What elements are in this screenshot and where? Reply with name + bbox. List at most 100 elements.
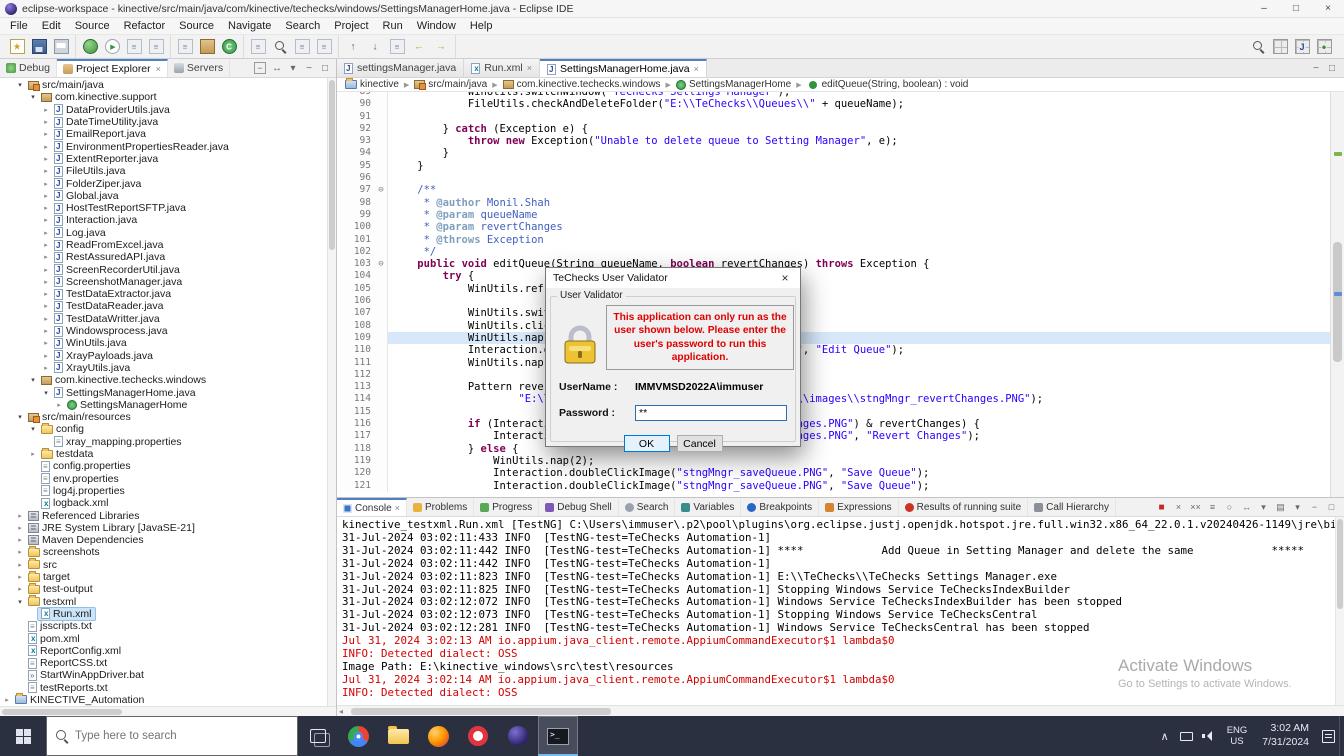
code-line[interactable]: 91: [337, 110, 1330, 123]
tree-item[interactable]: ▸ ScreenRecorderUtil.java: [0, 263, 336, 276]
tree-item[interactable]: ▸ src: [0, 558, 336, 571]
tree-item[interactable]: StartWinAppDriver.bat: [0, 669, 336, 681]
coverage-button[interactable]: [146, 37, 166, 57]
collapse-all-icon[interactable]: −: [254, 62, 266, 74]
expand-arrow-icon[interactable]: ▾: [41, 389, 51, 397]
terminate-icon[interactable]: ■: [1154, 500, 1169, 515]
pin-console-icon[interactable]: ▾: [1256, 500, 1271, 515]
tray-volume-icon[interactable]: [1198, 716, 1220, 756]
minimize-editor-icon[interactable]: −: [1308, 60, 1324, 76]
tree-item[interactable]: ▾ src/main/java: [0, 79, 336, 91]
code-editor[interactable]: 89 WinUtils.switchWindow("TeChecks Setti…: [337, 92, 1344, 497]
expand-arrow-icon[interactable]: ▸: [41, 192, 51, 200]
maximize-editor-icon[interactable]: □: [1324, 60, 1340, 76]
back-button[interactable]: [409, 37, 429, 57]
close-button[interactable]: ×: [1312, 0, 1344, 18]
expand-arrow-icon[interactable]: ▾: [15, 413, 25, 421]
tree-item[interactable]: ▸ HostTestReportSFTP.java: [0, 202, 336, 214]
tree-item[interactable]: ▸ EmailReport.java: [0, 128, 336, 140]
open-perspective-button[interactable]: [1270, 37, 1290, 57]
taskbar-search[interactable]: [46, 716, 298, 756]
run-external-tools-button[interactable]: [124, 37, 144, 57]
tree-item[interactable]: ▸ ScreenshotManager.java: [0, 276, 336, 288]
tree-item[interactable]: ▸ Maven Dependencies: [0, 534, 336, 546]
menu-help[interactable]: Help: [463, 19, 500, 33]
minimize-icon[interactable]: −: [1307, 500, 1322, 515]
tree-item[interactable]: ▸ TestDataExtractor.java: [0, 288, 336, 300]
expand-arrow-icon[interactable]: ▸: [41, 106, 51, 114]
cancel-button[interactable]: Cancel: [676, 435, 723, 452]
close-tab-icon[interactable]: ×: [694, 64, 699, 74]
expand-arrow-icon[interactable]: ▸: [41, 143, 51, 151]
tree-item[interactable]: ▾ src/main/resources: [0, 411, 336, 423]
tree-item[interactable]: ▸ EnvironmentPropertiesReader.java: [0, 140, 336, 153]
expand-arrow-icon[interactable]: ▸: [41, 204, 51, 212]
breadcrumb-item[interactable]: com.kinective.techecks.windows: [501, 79, 663, 90]
debug-button[interactable]: [80, 37, 100, 57]
panel-tab-breakpoints[interactable]: Breakpoints: [741, 498, 820, 516]
tree-item[interactable]: ReportCSS.txt: [0, 657, 336, 669]
code-line[interactable]: 108 WinUtils.clickByName("Queues");: [337, 319, 1330, 332]
minimize-icon[interactable]: −: [301, 60, 317, 76]
scroll-lock-icon[interactable]: ○: [1222, 500, 1237, 515]
new-java-project-button[interactable]: [175, 37, 195, 57]
code-line[interactable]: 112: [337, 368, 1330, 382]
code-line[interactable]: 106: [337, 295, 1330, 308]
sidebar-tab-project-explorer[interactable]: Project Explorer ×: [56, 59, 168, 77]
debug-perspective-button[interactable]: [1314, 37, 1334, 57]
view-menu-icon[interactable]: ▾: [285, 60, 301, 76]
panel-tab-problems[interactable]: Problems: [407, 498, 475, 516]
tree-item[interactable]: ▾ config: [0, 422, 336, 435]
expand-arrow-icon[interactable]: ▾: [15, 81, 25, 89]
console-output[interactable]: kinective_testxml.Run.xml [TestNG] C:\Us…: [337, 517, 1344, 705]
tree-item[interactable]: log4j.properties: [0, 485, 336, 497]
expand-arrow-icon[interactable]: ▸: [15, 561, 25, 569]
editor-vertical-scrollbar[interactable]: [1330, 92, 1344, 497]
tree-item[interactable]: ▸ WinUtils.java: [0, 337, 336, 349]
expand-arrow-icon[interactable]: ▸: [41, 266, 51, 274]
code-line[interactable]: 93 throw new Exception("Unable to delete…: [337, 135, 1330, 148]
breadcrumb-item[interactable]: editQueue(String, boolean) : void: [805, 79, 971, 91]
tree-item[interactable]: ▸ target: [0, 570, 336, 583]
code-line[interactable]: 103 ⊖ public void editQueue(String queueN…: [337, 258, 1330, 271]
tree-horizontal-scrollbar[interactable]: [0, 706, 336, 716]
tree-item[interactable]: ▸ TestDataReader.java: [0, 300, 336, 312]
menu-run[interactable]: Run: [376, 19, 410, 33]
code-line[interactable]: 95 }: [337, 159, 1330, 173]
expand-arrow-icon[interactable]: ▸: [28, 450, 38, 458]
panel-tab-call-hierarchy[interactable]: Call Hierarchy: [1028, 498, 1116, 516]
expand-arrow-icon[interactable]: ▸: [41, 327, 51, 335]
menu-edit[interactable]: Edit: [35, 19, 68, 33]
chrome-taskbar-icon[interactable]: [338, 716, 378, 756]
menu-file[interactable]: File: [3, 19, 35, 33]
panel-tab-search[interactable]: Search: [619, 498, 676, 516]
expand-arrow-icon[interactable]: ▸: [2, 696, 12, 704]
tree-item[interactable]: ▸ DateTimeUtility.java: [0, 116, 336, 128]
tree-item[interactable]: logback.xml: [0, 497, 336, 509]
remove-all-launches-icon[interactable]: ××: [1188, 500, 1203, 515]
tree-item[interactable]: ▸ screenshots: [0, 545, 336, 558]
expand-arrow-icon[interactable]: ▸: [41, 290, 51, 298]
expand-arrow-icon[interactable]: ▸: [15, 512, 25, 520]
maximize-button[interactable]: □: [1280, 0, 1312, 18]
code-line[interactable]: 100 * @param revertChanges: [337, 221, 1330, 234]
fold-minus-icon[interactable]: ⊖: [375, 258, 388, 271]
start-button[interactable]: [0, 716, 46, 756]
expand-arrow-icon[interactable]: ▸: [41, 352, 51, 360]
last-edit-location-button[interactable]: [387, 37, 407, 57]
tree-item[interactable]: ▾ com.kinective.techecks.windows: [0, 374, 336, 386]
expand-arrow-icon[interactable]: ▾: [28, 425, 38, 433]
clock[interactable]: 3:02 AM 7/31/2024: [1254, 722, 1317, 749]
code-line[interactable]: 118 } else {: [337, 442, 1330, 455]
expand-arrow-icon[interactable]: ▸: [41, 302, 51, 310]
tree-item[interactable]: ▸ Log.java: [0, 227, 336, 239]
tree-item[interactable]: pom.xml: [0, 632, 336, 645]
search-input[interactable]: [75, 730, 265, 742]
console-vertical-scrollbar[interactable]: [1335, 517, 1344, 705]
code-line[interactable]: 113 Pattern revertChangesPattern = new P…: [337, 381, 1330, 394]
toggle-mark-occurrences-button[interactable]: [314, 37, 334, 57]
expand-arrow-icon[interactable]: ▾: [28, 376, 38, 384]
maximize-icon[interactable]: □: [1324, 500, 1339, 515]
tree-item[interactable]: ▸ Interaction.java: [0, 214, 336, 226]
tree-item[interactable]: ▸ ReadFromExcel.java: [0, 239, 336, 251]
